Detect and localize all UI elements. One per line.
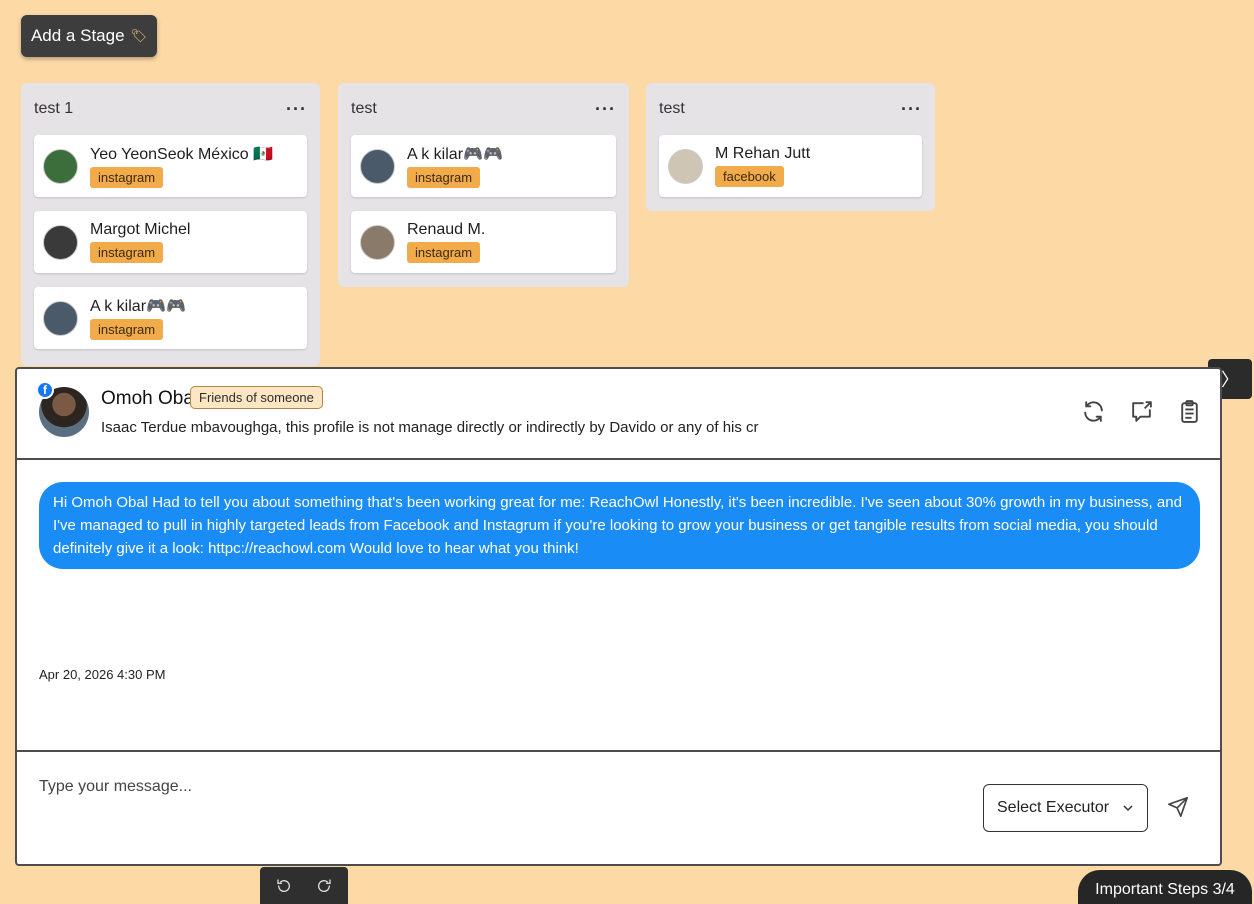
- executor-select[interactable]: Select Executor: [983, 784, 1148, 832]
- avatar: [43, 300, 78, 336]
- stage-menu-icon[interactable]: ···: [286, 99, 307, 120]
- lead-name: Renaud M.: [407, 221, 486, 238]
- chevron-down-icon: [1123, 805, 1133, 812]
- lead-name: A k kilar🎮🎮: [90, 298, 186, 315]
- contact-name: Omoh Oba: [101, 388, 194, 409]
- lead-card[interactable]: A k kilar🎮🎮 instagram: [34, 287, 307, 349]
- lead-card[interactable]: A k kilar🎮🎮 instagram: [351, 135, 616, 197]
- platform-badge: instagram: [407, 167, 481, 188]
- avatar: [668, 148, 703, 184]
- redo-icon[interactable]: [316, 878, 332, 894]
- stage-menu-icon[interactable]: ···: [595, 99, 616, 120]
- send-icon[interactable]: [1167, 796, 1189, 818]
- undo-icon[interactable]: [276, 878, 292, 894]
- contact-bio: Isaac Terdue mbavoughga, this profile is…: [101, 419, 759, 436]
- stage-title: test: [659, 100, 685, 117]
- avatar: [360, 148, 395, 184]
- add-stage-button[interactable]: Add a Stage 🏷: [21, 15, 157, 57]
- refresh-icon[interactable]: [1081, 399, 1106, 424]
- relation-badge: Friends of someone: [190, 386, 323, 409]
- platform-badge: instagram: [407, 242, 481, 263]
- lead-card[interactable]: Margot Michel instagram: [34, 211, 307, 273]
- avatar: [43, 224, 78, 260]
- lead-name: A k kilar🎮🎮: [407, 146, 503, 163]
- stage-column: test 1 ··· Yeo YeonSeok México 🇲🇽 instag…: [21, 83, 320, 366]
- lead-card[interactable]: M Rehan Jutt facebook: [659, 135, 922, 197]
- lead-name: Margot Michel: [90, 221, 191, 238]
- platform-badge: instagram: [90, 167, 164, 188]
- message-composer: Select Executor: [17, 752, 1220, 862]
- clipboard-icon[interactable]: [1177, 399, 1202, 424]
- avatar: [360, 224, 395, 260]
- executor-label: Select Executor: [997, 799, 1110, 816]
- avatar: [43, 148, 78, 184]
- message-input[interactable]: [39, 772, 939, 802]
- share-message-icon[interactable]: [1129, 399, 1154, 424]
- stage-column: test ··· M Rehan Jutt facebook: [646, 83, 935, 211]
- tag-icon: 🏷: [130, 28, 148, 43]
- important-steps-button[interactable]: Important Steps 3/4: [1078, 870, 1252, 904]
- stage-title: test: [351, 100, 377, 117]
- message-timestamp: Apr 20, 2026 4:30 PM: [39, 667, 166, 682]
- add-stage-label: Add a Stage: [30, 26, 125, 45]
- conversation-header: f Omoh Oba Friends of someone Isaac Terd…: [17, 369, 1220, 460]
- stage-menu-icon[interactable]: ···: [901, 99, 922, 120]
- chat-area: Hi Omoh Obal Had to tell you about somet…: [17, 460, 1220, 752]
- lead-card[interactable]: Yeo YeonSeok México 🇲🇽 instagram: [34, 135, 307, 197]
- undo-redo-bar: [260, 867, 348, 904]
- conversation-panel: f Omoh Oba Friends of someone Isaac Terd…: [15, 367, 1222, 866]
- stage-column: test ··· A k kilar🎮🎮 instagram Renaud M.…: [338, 83, 629, 287]
- platform-badge: instagram: [90, 242, 164, 263]
- lead-name: Yeo YeonSeok México 🇲🇽: [90, 146, 274, 163]
- platform-badge: instagram: [90, 319, 164, 340]
- stage-title: test 1: [34, 100, 74, 117]
- lead-card[interactable]: Renaud M. instagram: [351, 211, 616, 273]
- lead-name: M Rehan Jutt: [715, 145, 811, 162]
- platform-badge: facebook: [715, 166, 784, 187]
- message-bubble: Hi Omoh Obal Had to tell you about somet…: [39, 482, 1200, 569]
- facebook-icon: f: [36, 381, 54, 399]
